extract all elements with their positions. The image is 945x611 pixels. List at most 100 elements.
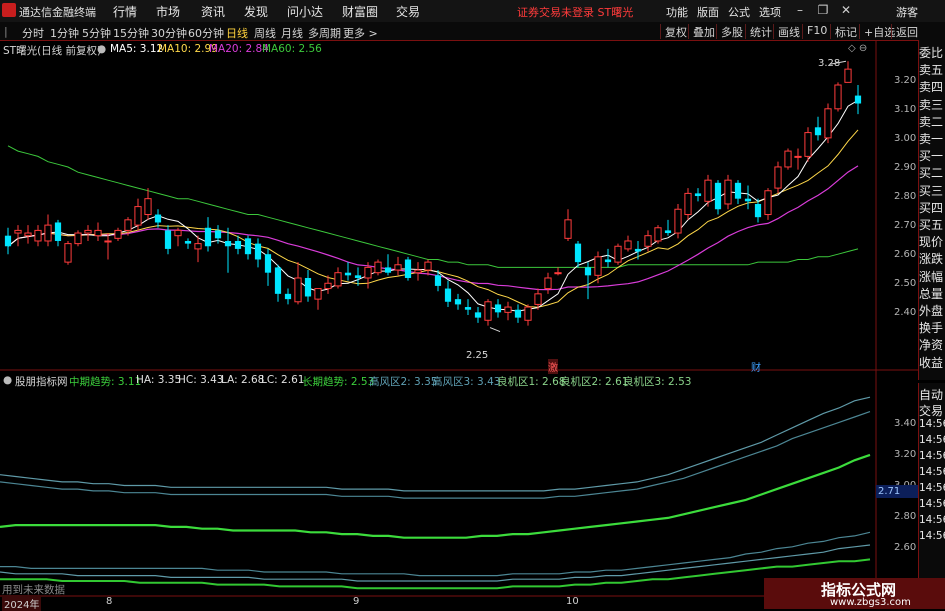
candle[interactable]	[54, 219, 62, 247]
menu-jiaoyi[interactable]: 交易	[396, 3, 420, 20]
tool-tongji[interactable]: 统计	[745, 24, 772, 39]
menu-caifuquan[interactable]: 财富圈	[342, 3, 378, 20]
candle[interactable]	[144, 188, 152, 220]
candle[interactable]	[624, 235, 632, 252]
menu-shichang[interactable]: 市场	[156, 3, 180, 20]
candle[interactable]	[34, 225, 42, 247]
candle[interactable]	[674, 203, 682, 239]
candle[interactable]	[694, 188, 702, 202]
tool-add-favorite[interactable]: +自选	[859, 24, 895, 39]
menu-faxian[interactable]: 发现	[244, 3, 268, 20]
candle[interactable]	[814, 116, 822, 141]
tool-fuquan[interactable]: 复权	[660, 24, 687, 39]
candle[interactable]	[294, 262, 302, 305]
chart-settings-icon[interactable]: ◇ ⊖	[848, 43, 867, 54]
candle[interactable]	[614, 243, 622, 265]
candle[interactable]	[484, 299, 492, 326]
chart-title[interactable]: ST曙光(日线 前复权)	[3, 43, 101, 58]
legend-toggle-icon[interactable]: ●	[97, 43, 106, 55]
candle[interactable]	[114, 227, 122, 241]
menu-hangqing[interactable]: 行情	[113, 3, 137, 20]
candle[interactable]	[714, 180, 722, 215]
candle[interactable]	[4, 227, 12, 255]
candle[interactable]	[264, 248, 272, 286]
candle[interactable]	[654, 225, 662, 244]
menu-banmian[interactable]: 版面	[697, 4, 719, 20]
candle[interactable]	[584, 262, 592, 300]
candle[interactable]	[784, 148, 792, 170]
chart-canvas[interactable]	[0, 40, 918, 609]
close-icon[interactable]: ✕	[838, 2, 854, 18]
candle[interactable]	[154, 209, 162, 228]
auto-trade-label[interactable]: 交易	[919, 402, 945, 419]
candle[interactable]	[794, 148, 802, 170]
indicator-name[interactable]: 股朋指标网	[15, 374, 68, 389]
candle[interactable]	[574, 240, 582, 268]
menu-gongneng[interactable]: 功能	[666, 4, 688, 20]
candle[interactable]	[454, 293, 462, 310]
candle[interactable]	[44, 214, 52, 247]
period-30min[interactable]: 30分钟	[151, 25, 187, 41]
candle[interactable]	[734, 180, 742, 204]
candle[interactable]	[764, 188, 772, 220]
candle[interactable]	[564, 209, 572, 241]
tool-diejia[interactable]: 叠加	[688, 24, 715, 39]
period-more[interactable]: 更多 >	[343, 25, 378, 41]
candle[interactable]	[554, 267, 562, 276]
tool-duogu[interactable]: 多股	[716, 24, 743, 39]
candle[interactable]	[804, 127, 812, 162]
candle[interactable]	[774, 161, 782, 194]
candle[interactable]	[254, 238, 262, 268]
tool-back[interactable]: 返回	[891, 24, 918, 39]
candle[interactable]	[314, 288, 322, 310]
period-1min[interactable]: 1分钟	[50, 25, 79, 41]
candle[interactable]	[684, 188, 692, 220]
candle[interactable]	[184, 238, 192, 249]
period-monthly[interactable]: 月线	[281, 25, 303, 41]
candle[interactable]	[394, 256, 402, 276]
candle[interactable]	[724, 174, 732, 210]
candle[interactable]	[504, 301, 512, 321]
candle[interactable]	[224, 227, 232, 273]
period-60min[interactable]: 60分钟	[188, 25, 224, 41]
candle[interactable]	[244, 235, 252, 260]
candle[interactable]	[634, 240, 642, 260]
restore-icon[interactable]: ❐	[815, 2, 831, 18]
candle[interactable]	[444, 280, 452, 308]
candle[interactable]	[344, 262, 352, 281]
candle[interactable]	[104, 233, 112, 260]
indicator-toggle-icon[interactable]: ●	[3, 374, 12, 386]
menu-xuanxiang[interactable]: 选项	[759, 4, 781, 20]
event-marker-ji[interactable]: 激	[548, 359, 558, 374]
candle[interactable]	[494, 299, 502, 318]
candle[interactable]	[424, 259, 432, 276]
candle[interactable]	[134, 198, 142, 231]
candle[interactable]	[854, 85, 862, 115]
candle[interactable]	[194, 235, 202, 263]
candle[interactable]	[664, 219, 672, 236]
candle[interactable]	[24, 225, 32, 244]
candle[interactable]	[544, 272, 552, 294]
period-5min[interactable]: 5分钟	[82, 25, 111, 41]
menu-wenxiaoda[interactable]: 问小达	[287, 3, 323, 20]
tool-f10[interactable]: F10	[802, 24, 827, 39]
auto-trade-label[interactable]: 自动	[919, 386, 945, 403]
candle[interactable]	[844, 61, 852, 83]
candle[interactable]	[274, 264, 282, 302]
candle[interactable]	[834, 82, 842, 112]
candle[interactable]	[74, 230, 82, 247]
candle[interactable]	[204, 217, 212, 252]
period-daily[interactable]: 日线	[226, 25, 248, 41]
candle[interactable]	[514, 304, 522, 323]
candle[interactable]	[824, 103, 832, 144]
event-marker-cai[interactable]: 财	[751, 359, 761, 374]
period-fenshi[interactable]: 分时	[22, 25, 44, 41]
minimize-icon[interactable]: –	[792, 2, 808, 18]
tool-biaoji[interactable]: 标记	[830, 24, 857, 39]
candle[interactable]	[304, 270, 312, 302]
candle[interactable]	[404, 256, 412, 281]
candle[interactable]	[464, 299, 472, 315]
candle[interactable]	[604, 248, 612, 268]
candle[interactable]	[414, 262, 422, 281]
period-weekly[interactable]: 周线	[254, 25, 276, 41]
